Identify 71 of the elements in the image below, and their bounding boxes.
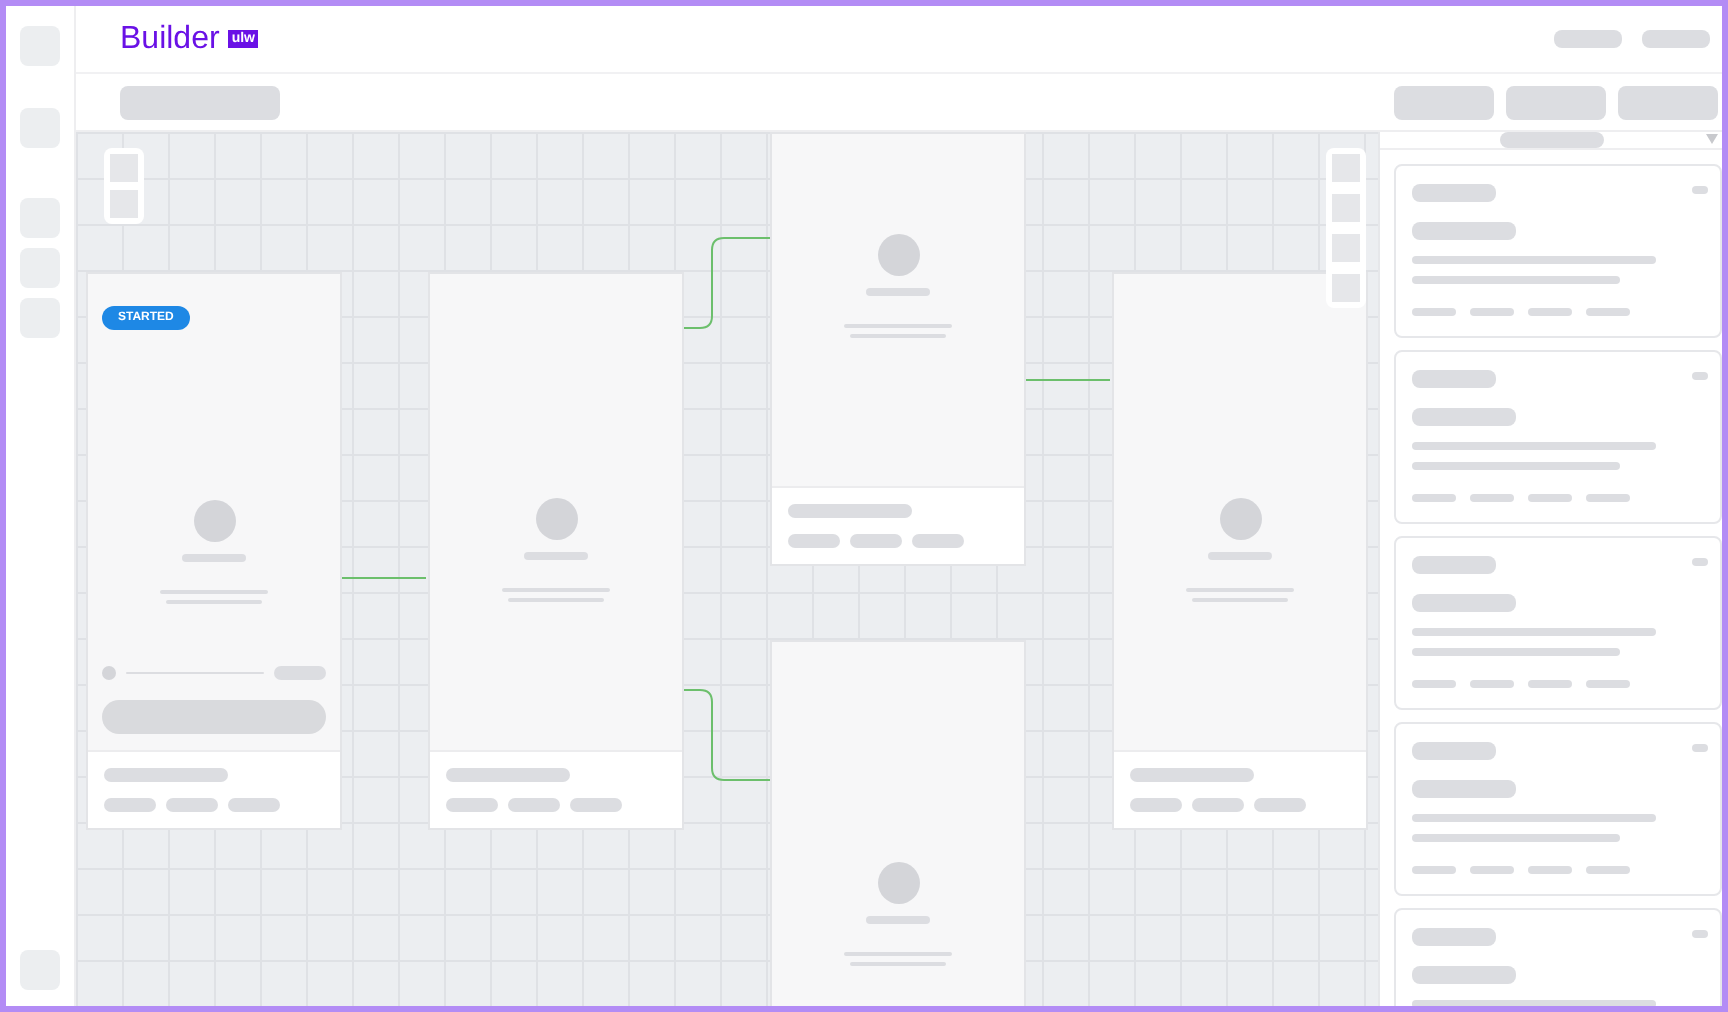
skeleton-bar (1412, 408, 1516, 426)
slider-handle[interactable] (102, 666, 116, 680)
avatar-placeholder (877, 862, 919, 904)
menu-placeholder (1642, 30, 1710, 48)
screen-card[interactable] (1112, 272, 1368, 830)
skeleton-bar (1412, 222, 1516, 240)
skeleton-bar (1586, 308, 1630, 316)
zoom-button[interactable] (110, 190, 138, 218)
button-placeholder (1394, 85, 1494, 119)
tool-button[interactable] (1332, 274, 1360, 302)
skeleton-bar (1192, 798, 1244, 812)
list-card[interactable] (1394, 164, 1722, 338)
skeleton-bar (446, 768, 570, 782)
tool-button[interactable] (1332, 194, 1360, 222)
skeleton-bar (1528, 680, 1572, 688)
skeleton-bar (1412, 866, 1456, 874)
skeleton-bar (1586, 680, 1630, 688)
skeleton-bar (1412, 308, 1456, 316)
screen-card[interactable] (770, 132, 1026, 566)
menu-placeholder (1554, 30, 1622, 48)
skeleton-bar (1412, 680, 1456, 688)
skeleton-bar (850, 534, 902, 548)
avatar-placeholder (193, 500, 235, 542)
skeleton-bar (1412, 494, 1456, 502)
skeleton-bar (274, 666, 326, 680)
list-card[interactable] (1394, 350, 1722, 524)
skeleton-bar (1412, 556, 1496, 574)
skeleton-bar (1412, 594, 1516, 612)
skeleton-bar (1412, 742, 1496, 760)
skeleton-bar (1586, 494, 1630, 502)
skeleton-bar (912, 534, 964, 548)
skeleton-bar (788, 504, 912, 518)
skeleton-bar (1470, 494, 1514, 502)
tool-button[interactable] (1332, 234, 1360, 262)
skeleton-bar (1412, 370, 1496, 388)
zoom-button[interactable] (110, 154, 138, 182)
skeleton-bar (446, 798, 498, 812)
skeleton-bar (1412, 780, 1516, 798)
screen-card[interactable] (428, 272, 684, 830)
skeleton-bar (104, 798, 156, 812)
button-placeholder[interactable] (102, 700, 326, 734)
skeleton-bar (1470, 308, 1514, 316)
logo[interactable]: Builder (120, 23, 220, 55)
avatar-placeholder (877, 234, 919, 276)
skeleton-bar (1412, 966, 1516, 984)
avatar-placeholder (1219, 498, 1261, 540)
screen-card[interactable] (770, 640, 1026, 1006)
skeleton-bar (508, 798, 560, 812)
list-card[interactable] (1394, 722, 1722, 896)
skeleton-bar (228, 798, 280, 812)
skeleton-bar (1470, 866, 1514, 874)
tool-button[interactable] (1332, 154, 1360, 182)
skeleton-bar (1528, 308, 1572, 316)
skeleton-bar (1254, 798, 1306, 812)
skeleton-bar (1130, 798, 1182, 812)
skeleton-bar (1130, 768, 1254, 782)
skeleton-bar (1528, 866, 1572, 874)
filter-icon[interactable] (1706, 134, 1718, 146)
skeleton-bar (1528, 494, 1572, 502)
skeleton-bar (1470, 680, 1514, 688)
skeleton-bar (1586, 866, 1630, 874)
skeleton-bar (570, 798, 622, 812)
button-placeholder (1506, 85, 1606, 119)
skeleton-bar (788, 534, 840, 548)
skeleton-bar (104, 768, 228, 782)
avatar-placeholder (535, 498, 577, 540)
skeleton-bar (1412, 928, 1496, 946)
skeleton-bar (1412, 184, 1496, 202)
button-placeholder (1618, 85, 1718, 119)
skeleton-bar (166, 798, 218, 812)
list-card[interactable] (1394, 536, 1722, 710)
